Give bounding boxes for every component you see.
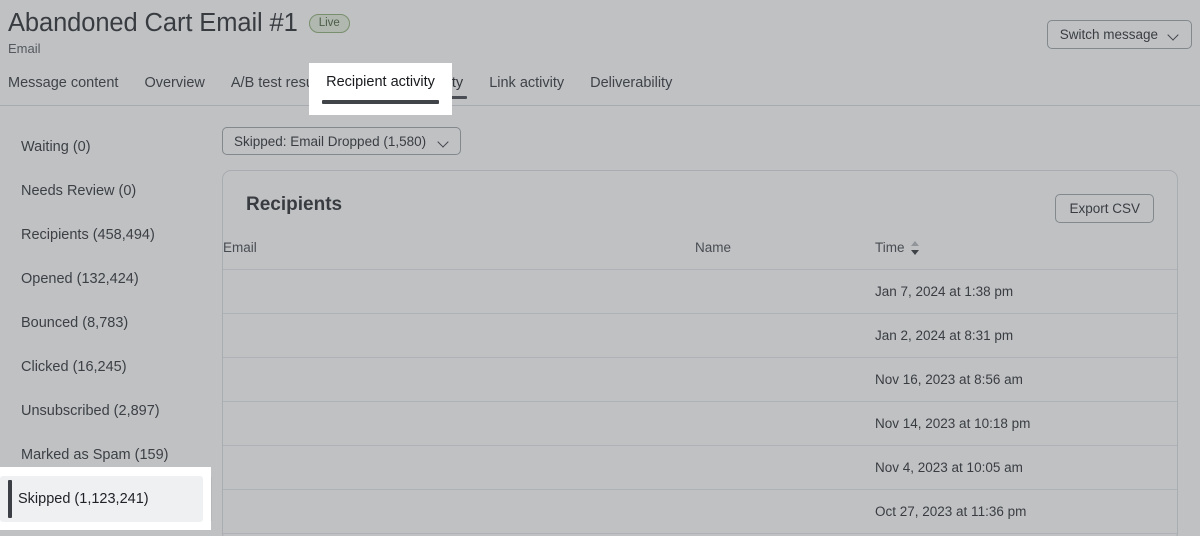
cell-time: Jan 2, 2024 at 8:31 pm <box>875 314 1178 358</box>
page-header: Abandoned Cart Email #1 Live Email Switc… <box>0 0 1200 106</box>
page-title: Abandoned Cart Email #1 <box>8 8 298 38</box>
recipients-table: Email Name Time <box>223 239 1178 534</box>
filter-value: Skipped: Email Dropped (1,580) <box>234 134 426 149</box>
sidebar-item-label: Opened (132,424) <box>21 269 139 289</box>
cell-name <box>695 314 875 358</box>
sidebar-item-label: Skipped (1,123,241) <box>18 489 149 509</box>
column-header-time[interactable]: Time <box>875 239 1178 270</box>
table-body: Jan 7, 2024 at 1:38 pm <box>223 270 1178 534</box>
time-sort-control[interactable]: Time <box>875 239 920 257</box>
cell-email <box>223 446 695 490</box>
cell-time: Nov 4, 2023 at 10:05 am <box>875 446 1178 490</box>
tab-recipient-activity-highlight[interactable]: Recipient activity <box>309 63 452 115</box>
column-header-label: Time <box>875 239 905 257</box>
chevron-down-icon <box>1168 31 1179 38</box>
sort-arrow-down <box>911 250 919 255</box>
recipients-card: Recipients Export CSV Email Name <box>222 170 1178 536</box>
table-row[interactable]: Nov 14, 2023 at 10:18 pm <box>223 402 1178 446</box>
sidebar-item-needs-review[interactable]: Needs Review (0) <box>0 169 212 213</box>
table-header-row: Email Name Time <box>223 239 1178 270</box>
chevron-down-icon <box>438 138 449 145</box>
sidebar-item-unsubscribed[interactable]: Unsubscribed (2,897) <box>0 389 212 433</box>
activity-sidebar: Waiting (0) Needs Review (0) Recipients … <box>0 106 212 521</box>
switch-message-button[interactable]: Switch message <box>1047 20 1192 49</box>
tab-label: Deliverability <box>590 73 672 93</box>
title-row: Abandoned Cart Email #1 Live <box>8 8 350 38</box>
sidebar-item-label: Recipients (458,494) <box>21 225 155 245</box>
sidebar-item-bounced[interactable]: Bounced (8,783) <box>0 301 212 345</box>
tab-active-underline <box>322 100 439 104</box>
tab-label: Link activity <box>489 73 564 93</box>
sort-arrows-icon <box>911 241 920 255</box>
tab-label: Recipient activity <box>309 72 452 92</box>
tab-overview[interactable]: Overview <box>131 66 217 106</box>
column-header-label: Name <box>695 240 731 255</box>
column-header-email[interactable]: Email <box>223 239 695 270</box>
sort-arrow-up <box>911 241 919 246</box>
cell-time: Jan 7, 2024 at 1:38 pm <box>875 270 1178 314</box>
column-header-name[interactable]: Name <box>695 239 875 270</box>
tab-message-content[interactable]: Message content <box>8 66 131 106</box>
table-row[interactable]: Oct 27, 2023 at 11:36 pm <box>223 490 1178 534</box>
cell-name <box>695 358 875 402</box>
cell-email <box>223 490 695 534</box>
cell-email <box>223 358 695 402</box>
table-head: Email Name Time <box>223 239 1178 270</box>
card-title: Recipients <box>246 193 342 217</box>
table-row[interactable]: Jan 2, 2024 at 8:31 pm <box>223 314 1178 358</box>
cell-email <box>223 402 695 446</box>
cell-name <box>695 446 875 490</box>
skipped-reason-filter-select[interactable]: Skipped: Email Dropped (1,580) <box>222 127 461 155</box>
cell-email <box>223 270 695 314</box>
tab-label: Message content <box>8 73 118 93</box>
sidebar-item-waiting[interactable]: Waiting (0) <box>0 125 212 169</box>
table-row[interactable]: Nov 16, 2023 at 8:56 am <box>223 358 1178 402</box>
sidebar-item-clicked[interactable]: Clicked (16,245) <box>0 345 212 389</box>
cell-name <box>695 402 875 446</box>
tab-label: Overview <box>144 73 204 93</box>
switch-message-label: Switch message <box>1060 27 1158 42</box>
sidebar-item-label: Needs Review (0) <box>21 181 136 201</box>
app-root: Abandoned Cart Email #1 Live Email Switc… <box>0 0 1200 536</box>
card-header: Recipients Export CSV <box>223 171 1177 239</box>
sidebar-item-label: Unsubscribed (2,897) <box>21 401 160 421</box>
selected-row-indicator <box>8 480 12 518</box>
page-subtitle: Email <box>8 41 41 57</box>
column-header-label: Email <box>223 240 257 255</box>
cell-time: Nov 14, 2023 at 10:18 pm <box>875 402 1178 446</box>
status-badge: Live <box>309 14 350 33</box>
sidebar-item-recipients[interactable]: Recipients (458,494) <box>0 213 212 257</box>
table-row[interactable]: Nov 4, 2023 at 10:05 am <box>223 446 1178 490</box>
table-row[interactable]: Jan 7, 2024 at 1:38 pm <box>223 270 1178 314</box>
sidebar-item-label: Marked as Spam (159) <box>21 445 168 465</box>
sidebar-item-label: Waiting (0) <box>21 137 91 157</box>
sidebar-item-skipped-highlight[interactable]: Skipped (1,123,241) <box>0 467 211 530</box>
cell-time: Oct 27, 2023 at 11:36 pm <box>875 490 1178 534</box>
cell-name <box>695 270 875 314</box>
tab-link-activity[interactable]: Link activity <box>476 66 577 106</box>
export-csv-label: Export CSV <box>1069 201 1140 216</box>
sidebar-item-label: Clicked (16,245) <box>21 357 127 377</box>
sidebar-item-opened[interactable]: Opened (132,424) <box>0 257 212 301</box>
cell-name <box>695 490 875 534</box>
cell-time: Nov 16, 2023 at 8:56 am <box>875 358 1178 402</box>
export-csv-button[interactable]: Export CSV <box>1055 194 1154 223</box>
sidebar-item-label: Bounced (8,783) <box>21 313 128 333</box>
tab-deliverability[interactable]: Deliverability <box>577 66 685 106</box>
cell-email <box>223 314 695 358</box>
